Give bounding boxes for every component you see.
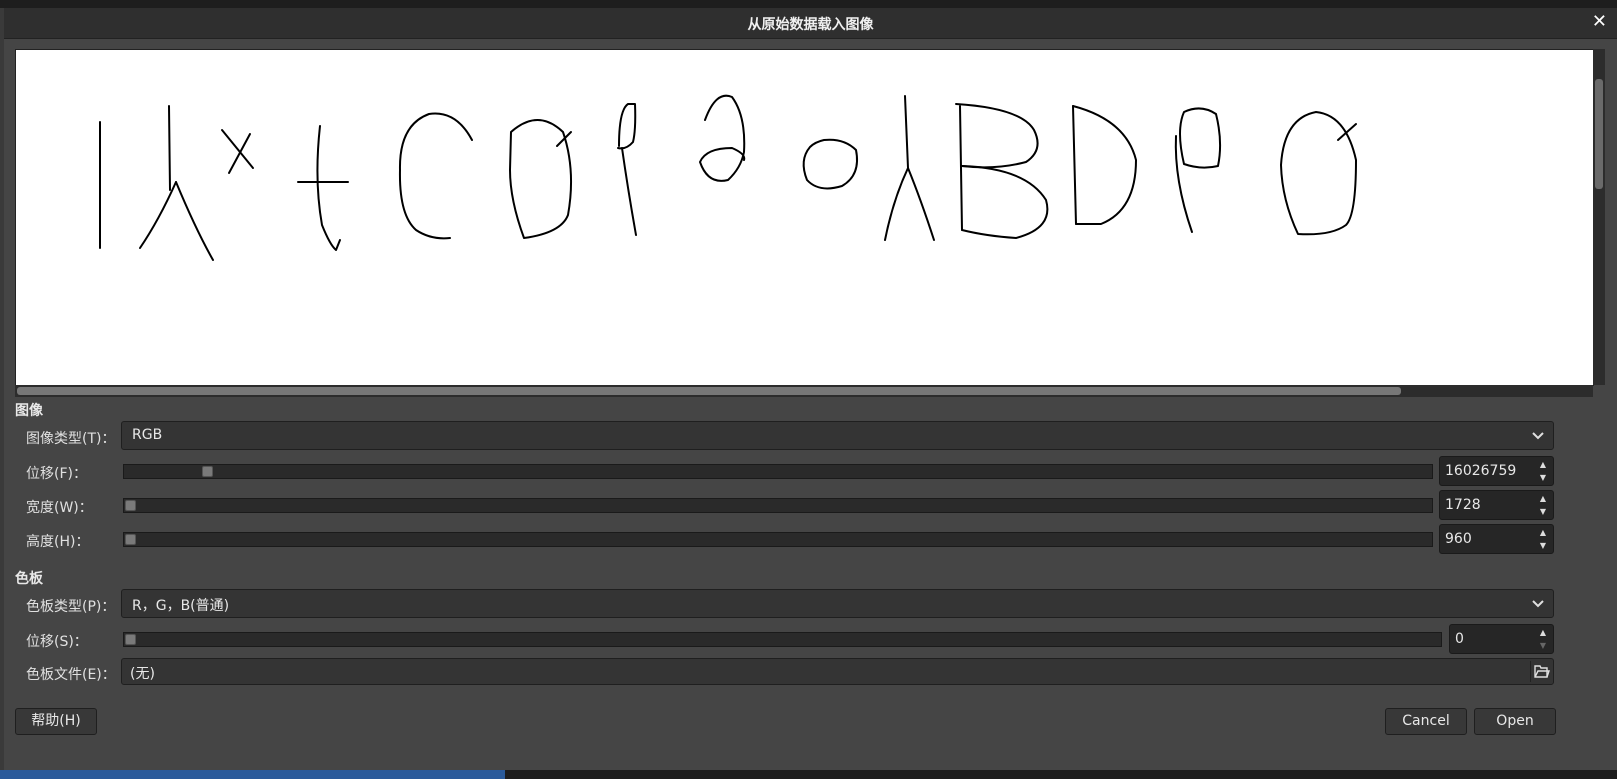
scrollbar-thumb[interactable] [17,387,1401,395]
palette-offset-label: 位移(S)： [26,634,88,650]
preview-vertical-scrollbar[interactable] [1593,49,1605,385]
slider-handle[interactable] [202,466,213,477]
width-slider[interactable] [123,498,1433,513]
arrow-up-icon[interactable]: ▲ [1535,458,1551,471]
image-type-label: 图像类型(T)： [26,431,116,447]
stroke-10 [509,119,573,239]
offset-label: 位移(F)： [26,466,87,482]
stroke-14 [699,94,746,182]
stroke-3 [139,181,177,249]
stroke-4 [175,181,214,261]
stroke-15 [802,138,858,190]
stroke-16 [904,95,909,169]
palette-file-chooser[interactable]: (无) [121,658,1554,685]
arrow-up-icon[interactable]: ▲ [1535,492,1551,505]
dialog-titlebar[interactable]: 从原始数据载入图像 ✕ [4,8,1617,39]
help-button[interactable]: 帮助(H) [15,708,97,735]
image-type-select[interactable]: RGB [121,421,1554,450]
offset-slider[interactable] [123,464,1433,479]
arrow-up-icon[interactable]: ▲ [1535,526,1551,539]
stroke-21 [961,165,1049,239]
dialog-title: 从原始数据载入图像 [747,17,874,33]
height-spinbutton[interactable]: ▲ ▼ [1439,524,1554,554]
stroke-7 [316,125,341,251]
load-raw-image-dialog: 从原始数据载入图像 ✕ 图像 图像类型(T)： RGB 位移(F)： 16026… [4,8,1617,770]
width-spinbutton[interactable]: ▲ ▼ [1439,490,1554,520]
folder-icon[interactable] [1530,661,1551,682]
arrow-down-icon[interactable]: ▼ [1535,471,1551,484]
taskbar-active-item [0,770,505,779]
preview-horizontal-scrollbar[interactable] [15,385,1593,397]
slider-handle[interactable] [125,534,136,545]
palette-file-value: (无) [130,666,155,682]
palette-offset-slider[interactable] [123,632,1442,647]
stroke-22 [1072,105,1077,225]
palette-file-label: 色板文件(E)： [26,667,116,683]
desktop-top-strip [0,0,1617,8]
palette-offset-input[interactable] [1455,631,1533,647]
stroke-17 [884,167,909,241]
preview-drawing [99,94,1357,261]
stroke-20 [955,103,1039,169]
slider-handle[interactable] [125,500,136,511]
height-slider[interactable] [123,532,1433,547]
palette-type-label: 色板类型(P)： [26,599,116,615]
arrow-down-icon[interactable]: ▼ [1535,639,1551,652]
arrow-up-icon[interactable]: ▲ [1535,626,1551,639]
arrow-down-icon[interactable]: ▼ [1535,539,1551,552]
stroke-6 [228,133,251,174]
stroke-2 [168,105,171,191]
stroke-18 [907,167,935,241]
desktop-taskbar [0,770,1617,779]
palette-offset-spinbutton[interactable]: ▲ ▼ [1449,624,1554,654]
stroke-25 [1174,135,1193,233]
stroke-12 [617,103,637,150]
width-input[interactable] [1445,497,1533,513]
stroke-19 [959,105,963,231]
image-section-heading: 图像 [15,403,43,419]
height-input[interactable] [1445,531,1533,547]
palette-type-select[interactable]: R，G，B(普通) [121,589,1554,618]
open-button[interactable]: Open [1474,708,1556,735]
stroke-13 [621,147,637,236]
palette-type-value: R，G，B(普通) [132,598,230,614]
chevron-down-icon [1532,432,1544,440]
slider-handle[interactable] [125,634,136,645]
image-type-value: RGB [132,427,163,443]
close-icon[interactable]: ✕ [1592,11,1607,32]
stroke-24 [1179,107,1222,169]
scrollbar-thumb[interactable] [1595,79,1603,189]
cancel-button[interactable]: Cancel [1385,708,1467,735]
palette-section-heading: 色板 [15,571,43,587]
image-preview [15,49,1594,386]
width-label: 宽度(W)： [26,500,93,516]
height-label: 高度(H)： [26,534,90,550]
offset-input[interactable] [1445,463,1533,479]
arrow-down-icon[interactable]: ▼ [1535,505,1551,518]
stroke-9 [398,112,473,240]
chevron-down-icon [1532,600,1544,608]
stroke-26 [1280,111,1357,236]
offset-spinbutton[interactable]: ▲ ▼ [1439,456,1554,486]
stroke-23 [1072,105,1137,225]
